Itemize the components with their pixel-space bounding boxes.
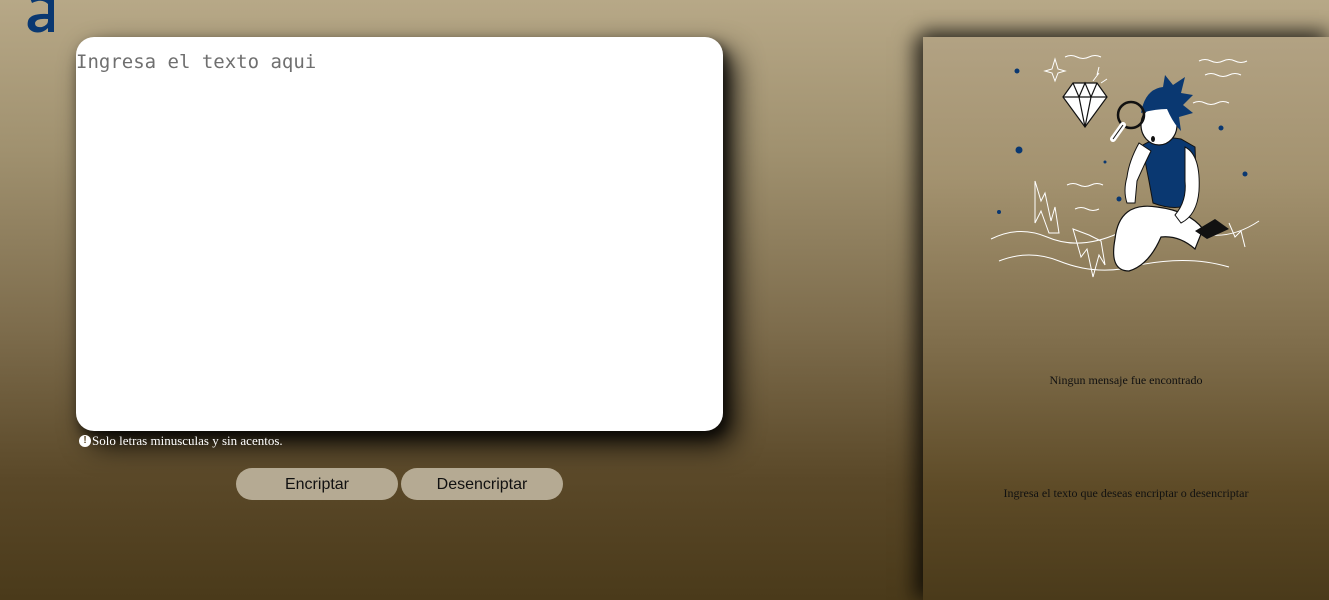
person-with-magnifier-illustration: [990, 55, 1260, 278]
empty-state-subtitle: Ingresa el texto que deseas encriptar o …: [1003, 486, 1249, 500]
empty-state-title: Ningun mensaje fue encontrado: [1049, 373, 1203, 387]
alura-logo-icon: [27, 0, 54, 33]
text-input-card: [76, 37, 723, 431]
decrypt-button[interactable]: Desencriptar: [401, 468, 563, 500]
encrypt-button[interactable]: Encriptar: [236, 468, 398, 500]
output-panel: Ningun mensaje fue encontrado Ingresa el…: [923, 37, 1329, 600]
hint-text: Solo letras minusculas y sin acentos.: [92, 433, 283, 448]
input-hint: ! Solo letras minusculas y sin acentos.: [79, 433, 283, 449]
message-input[interactable]: [76, 51, 723, 431]
info-icon: !: [79, 435, 91, 447]
